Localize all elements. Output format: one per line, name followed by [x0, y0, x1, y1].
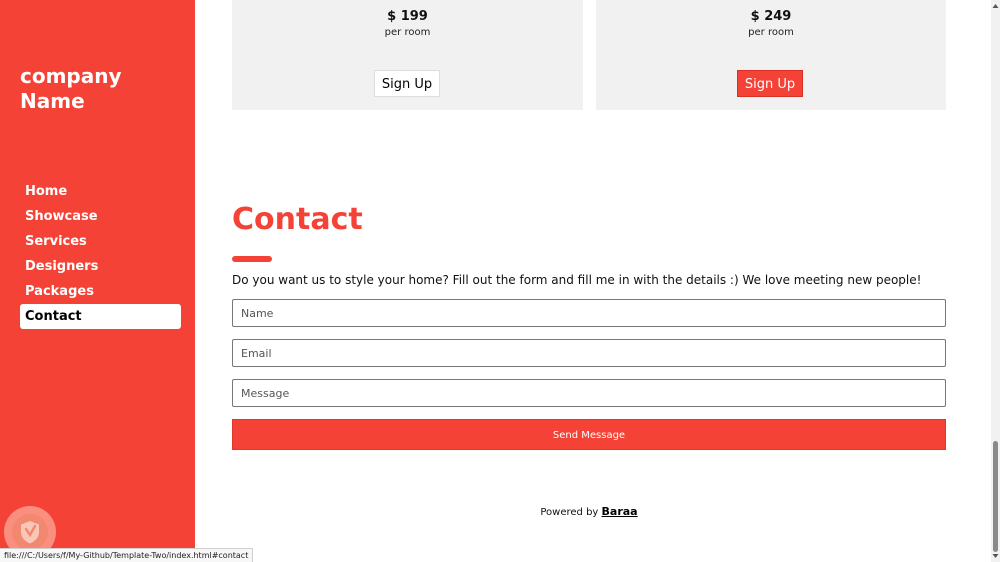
plan-price: $ 249	[750, 9, 792, 24]
browser-status-url: file:///C:/Users/f/My-Github/Template-Tw…	[0, 548, 254, 562]
signup-button-basic[interactable]: Sign Up	[374, 70, 440, 97]
send-message-button[interactable]: Send Message	[232, 419, 946, 450]
sidebar-nav: Home Showcase Services Designers Package…	[20, 179, 181, 329]
message-input[interactable]	[232, 379, 946, 407]
plan-price: $ 199	[387, 9, 428, 24]
triangle-up-icon[interactable]	[992, 2, 999, 10]
footer-prefix: Powered by	[540, 507, 599, 518]
email-input[interactable]	[232, 339, 946, 367]
scroll-thumb[interactable]	[993, 441, 998, 552]
nav-item-packages[interactable]: Packages	[20, 279, 181, 304]
plan-unit: per room	[748, 27, 794, 38]
pricing-card-basic: $ 199 per room Sign Up	[232, 0, 583, 110]
nav-item-services[interactable]: Services	[20, 229, 181, 254]
nav-item-showcase[interactable]: Showcase	[20, 204, 181, 229]
sidebar: company Name Home Showcase Services Desi…	[0, 0, 195, 562]
contact-heading: Contact	[232, 202, 363, 237]
contact-description: Do you want us to style your home? Fill …	[232, 273, 922, 287]
page-scrollbar[interactable]	[991, 0, 1000, 562]
signup-button-premium[interactable]: Sign Up	[737, 70, 803, 97]
nav-item-home[interactable]: Home	[20, 179, 181, 204]
plan-unit: per room	[384, 27, 431, 38]
name-input[interactable]	[232, 299, 946, 327]
footer: Powered by Baraa	[232, 505, 946, 518]
footer-author-link[interactable]: Baraa	[602, 505, 638, 518]
heading-underline	[232, 256, 272, 262]
brand-logo-text[interactable]: company Name	[20, 64, 180, 114]
nav-item-contact[interactable]: Contact	[20, 304, 181, 329]
nav-item-designers[interactable]: Designers	[20, 254, 181, 279]
pricing-card-premium: $ 249 per room Sign Up	[596, 0, 946, 110]
triangle-down-icon[interactable]	[992, 552, 999, 560]
